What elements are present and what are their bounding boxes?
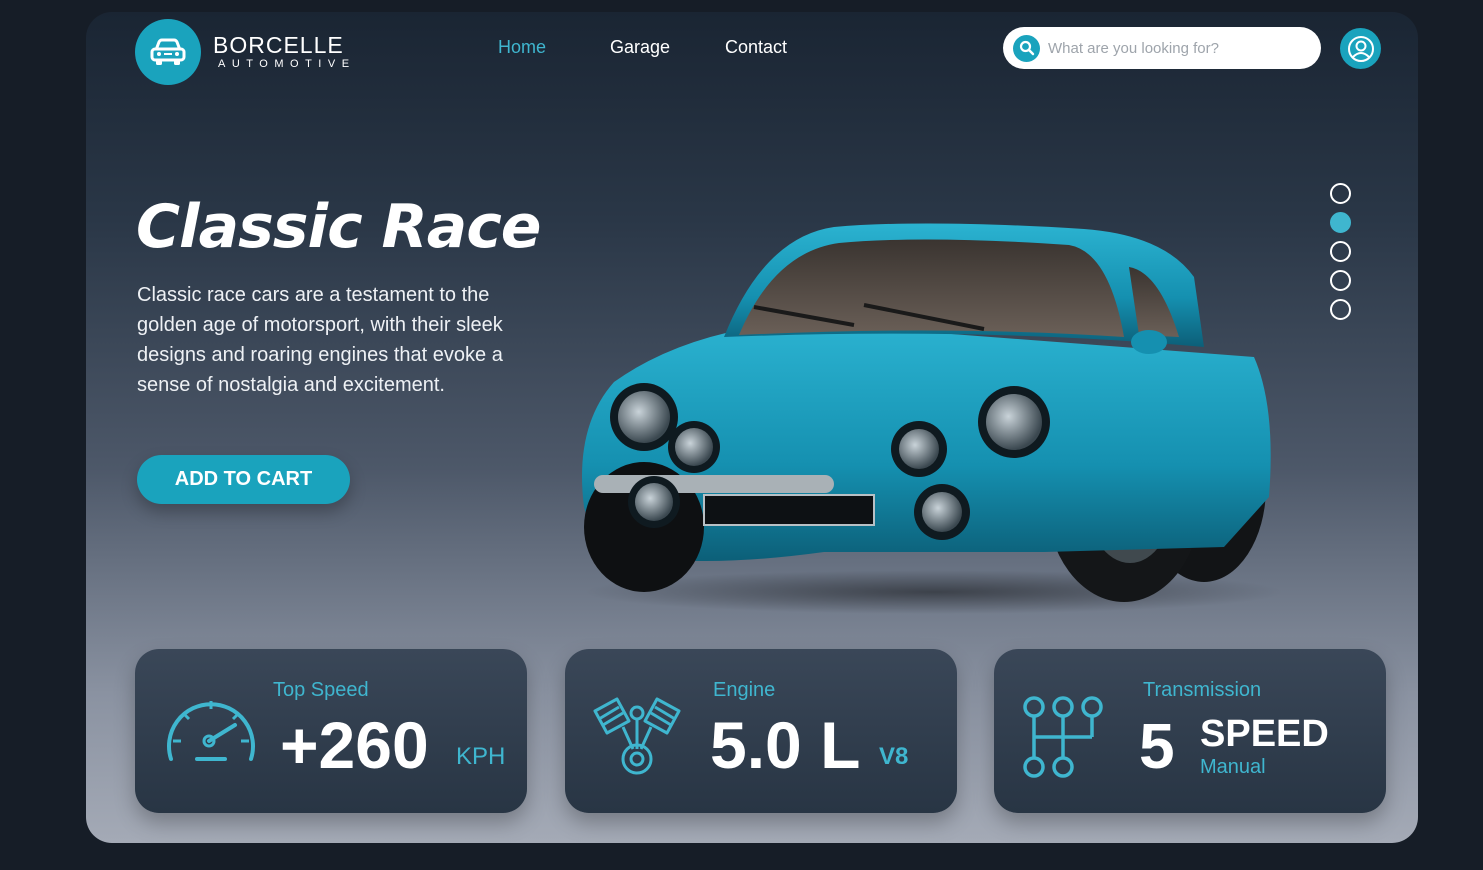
search-bar (1003, 27, 1321, 69)
search-icon (1019, 40, 1034, 56)
hero-title: Classic Race (136, 192, 541, 262)
nav-garage[interactable]: Garage (610, 37, 670, 58)
brand: BORCELLE AUTOMOTIVE (213, 33, 356, 71)
user-icon (1347, 35, 1374, 62)
speedometer-icon (167, 701, 255, 761)
stat-label: Transmission (1143, 679, 1262, 701)
brand-name: BORCELLE (213, 32, 344, 58)
carousel-dot-1[interactable] (1330, 183, 1351, 204)
engine-icon (593, 697, 681, 775)
stat-value: +260 (280, 708, 429, 782)
stat-label: Engine (713, 679, 776, 701)
carousel-indicators (1330, 183, 1351, 328)
car-image (582, 223, 1284, 614)
nav-home[interactable]: Home (498, 37, 546, 58)
stat-value: 5 (1139, 710, 1175, 782)
stat-value: 5.0 L (710, 708, 861, 782)
stat-card-engine: Engine 5.0 L V8 (565, 649, 957, 813)
stat-card-transmission: Transmission 5 SPEED Manual (994, 649, 1386, 813)
user-account-button[interactable] (1340, 28, 1381, 69)
nav-contact[interactable]: Contact (725, 37, 787, 58)
carousel-dot-4[interactable] (1330, 270, 1351, 291)
stat-card-top-speed: Top Speed +260 KPH (135, 649, 527, 813)
gear-shift-icon (1023, 696, 1103, 778)
brand-tagline: AUTOMOTIVE (218, 58, 356, 70)
hero-description: Classic race cars are a testament to the… (137, 284, 503, 396)
stat-label: Top Speed (273, 679, 369, 701)
stat-unit: KPH (456, 743, 506, 770)
stat-unit: V8 (879, 743, 909, 770)
search-input[interactable] (1048, 39, 1308, 57)
stat-sub: Manual (1200, 756, 1266, 778)
page-frame: BORCELLE AUTOMOTIVE Home Garage Contact … (86, 12, 1418, 843)
stat-unit: SPEED (1200, 713, 1329, 755)
carousel-dot-5[interactable] (1330, 299, 1351, 320)
logo[interactable] (135, 19, 201, 85)
add-to-cart-button[interactable]: ADD TO CART (137, 455, 350, 504)
carousel-dot-3[interactable] (1330, 241, 1351, 262)
carousel-dot-2[interactable] (1330, 212, 1351, 233)
search-button[interactable] (1013, 34, 1040, 62)
car-front-icon (150, 38, 186, 65)
